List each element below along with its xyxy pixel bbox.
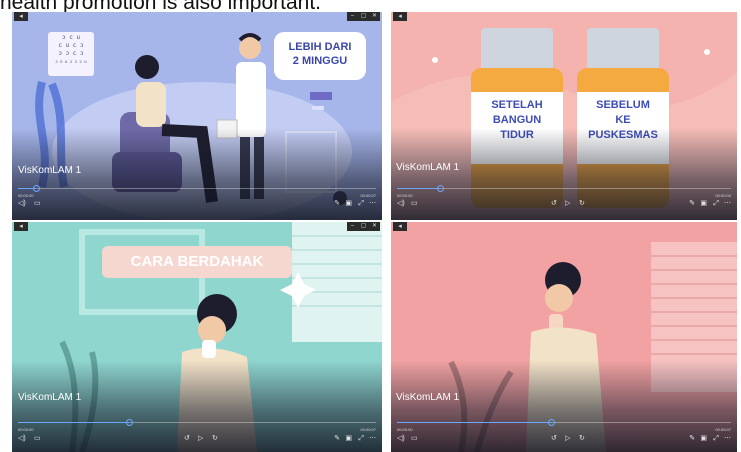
screen-icon[interactable]: ▣ (345, 434, 352, 444)
volume-icon[interactable]: ◁) (397, 434, 405, 444)
pen-icon[interactable]: ✎ (689, 199, 695, 209)
time-elapsed: 00:00:00 (397, 427, 413, 432)
forward-icon[interactable]: ↻ (579, 199, 585, 209)
bottle-label-line: SETELAH (491, 99, 543, 111)
minimize-icon[interactable]: – (347, 12, 358, 21)
control-row: ◁) ▭ ↺ ▷ ↻ ✎ ▣ ⤢ ⋯ (397, 199, 731, 209)
volume-icon[interactable]: ◁) (397, 199, 405, 209)
subtitle-icon[interactable]: ▭ (34, 199, 41, 209)
progress-knob[interactable] (547, 419, 555, 426)
bottle-label-line: SEBELUM (596, 99, 650, 111)
bottle-label-line: TIDUR (500, 129, 534, 141)
back-icon[interactable]: ◂ (14, 12, 28, 21)
time-total: 00:00:00 (715, 193, 731, 198)
play-icon[interactable]: ▷ (198, 434, 203, 444)
eye-chart: ɔ c u c u c ɔ ɔ ɔ c ɔ ɔ n u ɔ ɔ ɔ u (52, 34, 90, 66)
subtitle-icon[interactable]: ▭ (34, 434, 41, 444)
play-icon[interactable]: ▷ (565, 199, 570, 209)
video-panel-1[interactable]: ɔ c u c u c ɔ ɔ ɔ c ɔ ɔ n u ɔ ɔ ɔ u LEBI… (12, 12, 382, 220)
progress-fill (397, 188, 441, 189)
progress-bar[interactable] (18, 419, 376, 426)
video-panel-3[interactable]: CARA BERDAHAK ◂ – ▢ ✕ VisKomLAM 1 00:00:… (12, 222, 382, 452)
video-title: VisKomLAM 1 (18, 392, 82, 403)
bottle-label-line: PUSKESMAS (588, 129, 658, 141)
volume-icon[interactable]: ◁) (18, 434, 26, 444)
rewind-icon[interactable]: ↺ (184, 434, 190, 444)
close-icon[interactable]: ✕ (369, 12, 380, 21)
scene-illustration-4 (448, 242, 737, 452)
forward-icon[interactable]: ↻ (579, 434, 585, 444)
progress-fill (18, 422, 129, 423)
progress-knob[interactable] (125, 419, 133, 426)
progress-bar[interactable] (397, 185, 731, 192)
progress-knob[interactable] (32, 185, 40, 192)
control-row: ◁) ▭ ↺ ▷ ↻ ✎ ▣ ⤢ ⋯ (18, 434, 376, 444)
more-icon[interactable]: ⋯ (369, 199, 376, 209)
minimize-icon[interactable]: – (347, 222, 358, 231)
video-panel-4[interactable]: ◂ VisKomLAM 1 00:00:00 00:00:07 ◁) ▭ ↺ ▷… (391, 222, 737, 452)
pen-icon[interactable]: ✎ (334, 434, 340, 444)
time-elapsed: 00:00:00 (18, 427, 34, 432)
progress-bar[interactable] (18, 185, 376, 192)
progress-fill (397, 422, 551, 423)
control-row: ◁) ▭ ↺ ▷ ↻ ✎ ▣ ⤢ ⋯ (397, 434, 731, 444)
rewind-icon[interactable]: ↺ (551, 199, 557, 209)
speech-bubble: LEBIH DARI 2 MINGGU (274, 32, 366, 80)
video-title: VisKomLAM 1 (396, 162, 460, 173)
fullscreen-icon[interactable]: ⤢ (713, 434, 719, 444)
screen-icon[interactable]: ▣ (345, 199, 352, 209)
time-elapsed: 00:00:00 (18, 193, 34, 198)
screen-icon[interactable]: ▣ (700, 434, 707, 444)
time-total: 00:00:07 (715, 427, 731, 432)
window-controls: – ▢ ✕ (347, 12, 380, 21)
subtitle-icon[interactable]: ▭ (411, 434, 418, 444)
screen-icon[interactable]: ▣ (700, 199, 707, 209)
progress-bar[interactable] (397, 419, 731, 426)
bottle-label-line: KE (615, 114, 631, 126)
rewind-icon[interactable]: ↺ (551, 434, 557, 444)
control-row: ◁) ▭ ✎ ▣ ⤢ ⋯ (18, 199, 376, 209)
volume-icon[interactable]: ◁) (18, 199, 26, 209)
more-icon[interactable]: ⋯ (369, 434, 376, 444)
speech-line: LEBIH DARI (288, 41, 352, 53)
time-total: 00:00:07 (360, 427, 376, 432)
video-panel-2[interactable]: SETELAH BANGUN TIDUR SEBELUM KE PUSKESMA… (391, 12, 737, 220)
pen-icon[interactable]: ✎ (334, 199, 340, 209)
more-icon[interactable]: ⋯ (724, 199, 731, 209)
video-title: VisKomLAM 1 (18, 165, 82, 176)
bottle-label-right: SEBELUM KE PUSKESMAS (577, 98, 669, 143)
restore-icon[interactable]: ▢ (358, 12, 369, 21)
eye-chart-row: ɔ ɔ c ɔ (58, 50, 84, 57)
fullscreen-icon[interactable]: ⤢ (358, 434, 364, 444)
time-total: 00:00:07 (360, 193, 376, 198)
restore-icon[interactable]: ▢ (358, 222, 369, 231)
time-elapsed: 00:00:00 (397, 193, 413, 198)
bottle-label-left: SETELAH BANGUN TIDUR (471, 98, 563, 143)
back-icon[interactable]: ◂ (393, 222, 407, 231)
eye-chart-row: ɔ c u (61, 34, 81, 41)
fullscreen-icon[interactable]: ⤢ (713, 199, 719, 209)
forward-icon[interactable]: ↻ (212, 434, 218, 444)
speech-line: 2 MINGGU (292, 55, 348, 67)
back-icon[interactable]: ◂ (14, 222, 28, 231)
window-controls: – ▢ ✕ (347, 222, 380, 231)
fullscreen-icon[interactable]: ⤢ (358, 199, 364, 209)
close-icon[interactable]: ✕ (369, 222, 380, 231)
subtitle-icon[interactable]: ▭ (411, 199, 418, 209)
play-icon[interactable]: ▷ (565, 434, 570, 444)
back-icon[interactable]: ◂ (393, 12, 407, 21)
eye-chart-row: c u c ɔ (58, 42, 84, 49)
scene-title-banner: CARA BERDAHAK (102, 246, 292, 278)
video-title: VisKomLAM 1 (396, 392, 460, 403)
more-icon[interactable]: ⋯ (724, 434, 731, 444)
pen-icon[interactable]: ✎ (689, 434, 695, 444)
eye-chart-row: ɔ n u ɔ ɔ ɔ u (55, 59, 87, 64)
bottle-label-line: BANGUN (492, 114, 542, 126)
